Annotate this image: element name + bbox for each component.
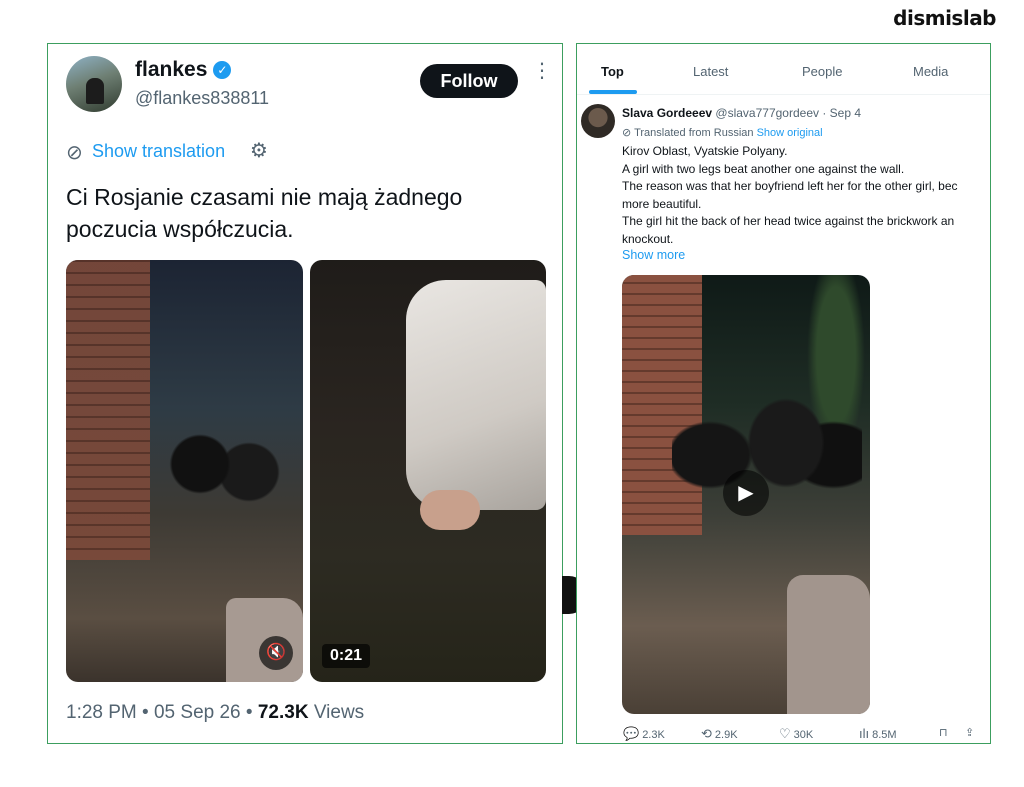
separator: •	[245, 702, 253, 723]
video-thumbnail[interactable]: ▶	[622, 275, 870, 714]
tweet-date[interactable]: 05 Sep 26	[154, 702, 241, 723]
body-line: The reason was that her boyfriend left h…	[622, 179, 958, 193]
separator: •	[142, 702, 149, 723]
tweet-text: Ci Rosjanie czasami nie mają żadnego poc…	[66, 184, 463, 242]
left-tweet-card: flankes ✓ @flankes838811 Follow ⋮ ⊘ Show …	[47, 43, 563, 744]
share-icon[interactable]: ⇪	[965, 726, 974, 739]
translate-icon: ⊘	[66, 142, 83, 164]
like-count: 30K	[793, 729, 814, 741]
repost-count: 2.9K	[714, 729, 738, 741]
person-figure	[406, 280, 546, 510]
show-translation-link[interactable]: Show translation	[92, 141, 225, 162]
play-icon[interactable]: ▶	[723, 470, 769, 516]
bookmark-icon[interactable]: ⊓	[939, 726, 948, 739]
translated-from-label: Translated from Russian	[634, 127, 754, 139]
author-handle[interactable]: @slava777gordeev	[715, 106, 819, 120]
reply-button[interactable]: 💬 2.3K	[623, 726, 665, 742]
rock	[787, 575, 870, 714]
reply-count: 2.3K	[642, 729, 665, 741]
views-label: Views	[313, 702, 365, 723]
video-duration: 0:21	[322, 644, 371, 668]
views-count: 72.3K	[257, 702, 309, 723]
action-bar: 💬 2.3K ⟲ 2.9K ♡ 30K ılı 8.5M ⊓ ⇪	[621, 724, 990, 743]
media-image-1[interactable]: 🔇	[66, 260, 303, 682]
author-name[interactable]: Slava Gordeeev	[622, 106, 712, 120]
repost-icon: ⟲	[701, 726, 712, 741]
show-more-link[interactable]: Show more	[622, 248, 685, 262]
brick-wall	[66, 260, 150, 560]
translate-icon: ⊘	[622, 127, 632, 139]
brand-logo: dismislab	[893, 6, 996, 30]
media-video-2[interactable]: 0:21	[310, 260, 546, 682]
follow-button[interactable]: Follow	[420, 64, 518, 98]
post-body: Kirov Oblast, Vyatskie Polyany. A girl w…	[622, 143, 990, 248]
active-tab-indicator	[589, 90, 637, 94]
body-line: more beautiful.	[622, 196, 702, 211]
avatar[interactable]	[581, 104, 615, 138]
gear-icon[interactable]: ⚙	[250, 138, 268, 163]
show-original-link[interactable]: Show original	[757, 127, 823, 139]
author-line: Slava Gordeeev @slava777gordeev · Sep 4	[622, 106, 861, 120]
body-line: Kirov Oblast, Vyatskie Polyany.	[622, 144, 788, 158]
body-line: The girl hit the back of her head twice …	[622, 214, 955, 228]
mute-icon[interactable]: 🔇	[259, 636, 293, 670]
right-search-panel: Top Latest People Media Slava Gordeeev @…	[576, 43, 991, 744]
display-name-text[interactable]: flankes	[135, 58, 207, 81]
body-line: knockout.	[622, 231, 674, 246]
tab-top[interactable]: Top	[601, 64, 624, 79]
group-of-people	[158, 400, 298, 560]
tweet-meta: 1:28 PM • 05 Sep 26 • 72.3K Views	[66, 702, 364, 724]
hands	[420, 490, 480, 530]
like-button[interactable]: ♡ 30K	[779, 726, 813, 742]
tab-people[interactable]: People	[802, 64, 842, 79]
tweet-time[interactable]: 1:28 PM	[66, 702, 137, 723]
bar-chart-icon: ılı	[859, 726, 870, 741]
repost-button[interactable]: ⟲ 2.9K	[701, 726, 738, 742]
user-handle[interactable]: @flankes838811	[135, 88, 269, 109]
more-options-icon[interactable]: ⋮	[532, 61, 552, 81]
avatar[interactable]	[66, 56, 122, 112]
reply-icon: 💬	[623, 726, 640, 741]
tab-latest[interactable]: Latest	[693, 64, 728, 79]
group-of-people	[672, 335, 862, 575]
heart-icon: ♡	[779, 726, 791, 741]
verified-badge-icon: ✓	[213, 61, 232, 79]
body-line: A girl with two legs beat another one ag…	[622, 161, 905, 176]
display-name[interactable]: flankes ✓	[135, 58, 232, 82]
translation-note: ⊘ Translated from Russian Show original	[622, 126, 823, 139]
search-tabs: Top Latest People Media	[577, 44, 990, 95]
tab-media[interactable]: Media	[913, 64, 948, 79]
post-date[interactable]: · Sep 4	[822, 106, 861, 120]
views-button[interactable]: ılı 8.5M	[859, 726, 897, 741]
views-count: 8.5M	[872, 729, 897, 741]
